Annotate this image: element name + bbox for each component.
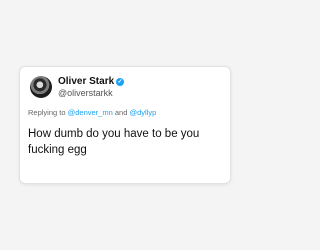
- user-info: Oliver Stark ✓ @oliverstarkk: [58, 76, 125, 98]
- tweet-text: How dumb do you have to be you fucking e…: [28, 128, 200, 156]
- reply-conjunction: and: [114, 108, 128, 117]
- display-name-row: Oliver Stark ✓: [58, 76, 125, 87]
- display-name[interactable]: Oliver Stark: [58, 76, 114, 87]
- avatar[interactable]: [30, 76, 52, 98]
- tweet-card: Oliver Stark ✓ @oliverstarkk Replying to…: [28, 75, 222, 175]
- mention-link-1[interactable]: @denver_mn: [68, 108, 113, 117]
- verified-badge-icon: ✓: [116, 77, 125, 86]
- reply-context: Replying to @denver_mn and @dyllyp: [28, 108, 222, 117]
- tweet-header: Oliver Stark ✓ @oliverstarkk: [28, 75, 222, 99]
- tweet-sticker: Oliver Stark ✓ @oliverstarkk Replying to…: [20, 67, 230, 183]
- reply-prefix: Replying to: [28, 108, 66, 117]
- user-handle[interactable]: @oliverstarkk: [58, 89, 124, 98]
- mention-link-2[interactable]: @dyllyp: [129, 108, 156, 117]
